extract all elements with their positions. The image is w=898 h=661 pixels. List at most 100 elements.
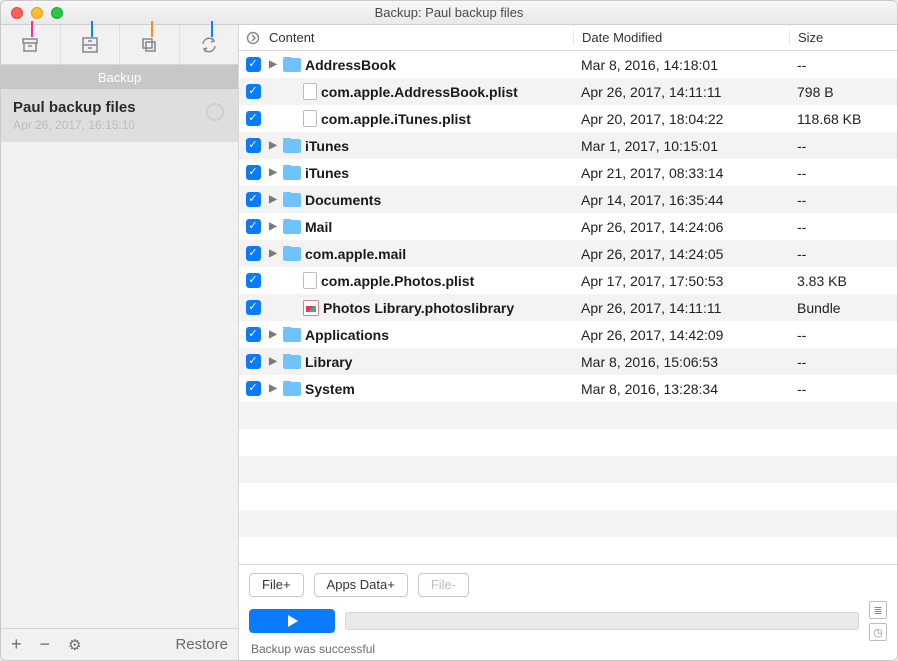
folder-icon (283, 166, 301, 180)
disclosure-triangle-icon[interactable]: ▶ (267, 167, 279, 178)
row-name: Mail (305, 219, 332, 235)
folder-icon (283, 220, 301, 234)
column-headers: Content Date Modified Size (239, 25, 897, 51)
row-name: com.apple.iTunes.plist (321, 111, 471, 127)
row-date: Mar 8, 2016, 13:28:34 (573, 381, 789, 397)
disclosure-triangle-icon[interactable]: ▶ (267, 140, 279, 151)
row-date: Apr 17, 2017, 17:50:53 (573, 273, 789, 289)
row-date: Mar 1, 2017, 10:15:01 (573, 138, 789, 154)
checkbox[interactable]: ✓ (246, 354, 261, 369)
file-add-button[interactable]: File+ (249, 573, 304, 597)
row-size: 118.68 KB (789, 111, 897, 127)
row-date: Apr 14, 2017, 16:35:44 (573, 192, 789, 208)
row-name: iTunes (305, 138, 349, 154)
disclosure-triangle-icon[interactable]: ▶ (267, 221, 279, 232)
main-panel: Content Date Modified Size ✓ ▶ AddressBook… (239, 25, 897, 660)
play-button[interactable] (249, 609, 335, 633)
row-name: com.apple.AddressBook.plist (321, 84, 518, 100)
window-title: Backup: Paul backup files (1, 5, 897, 20)
log-icon[interactable]: ≣ (869, 601, 887, 619)
disclosure-triangle-icon[interactable]: ▶ (267, 383, 279, 394)
row-date: Apr 26, 2017, 14:42:09 (573, 327, 789, 343)
arrow-right-icon (246, 31, 260, 45)
sidebar-item-backup[interactable]: Paul backup files Apr 26, 2017, 16:15:10 (1, 89, 238, 142)
checkbox[interactable]: ✓ (246, 273, 261, 288)
table-row-empty (239, 456, 897, 483)
disclosure-triangle-icon[interactable]: ▶ (267, 329, 279, 340)
row-size: -- (789, 327, 897, 343)
checkbox[interactable]: ✓ (246, 165, 261, 180)
sidebar-heading: Backup (1, 65, 238, 89)
disclosure-triangle-icon[interactable]: ▶ (267, 356, 279, 367)
tool-sync-icon[interactable] (180, 25, 239, 65)
checkbox[interactable]: ✓ (246, 219, 261, 234)
close-icon[interactable] (11, 7, 23, 19)
remove-button[interactable]: − (40, 634, 51, 655)
tool-copy-icon[interactable] (120, 25, 180, 65)
row-date: Mar 8, 2016, 14:18:01 (573, 57, 789, 73)
row-date: Apr 26, 2017, 14:11:11 (573, 84, 789, 100)
folder-icon (283, 247, 301, 261)
row-date: Apr 26, 2017, 14:24:06 (573, 219, 789, 235)
disclosure-triangle-icon[interactable]: ▶ (267, 59, 279, 70)
table-row[interactable]: ✓▶AddressBookMar 8, 2016, 14:18:01-- (239, 51, 897, 78)
file-table: ✓▶AddressBookMar 8, 2016, 14:18:01--✓com… (239, 51, 897, 564)
add-button[interactable]: + (11, 634, 22, 655)
row-date: Apr 21, 2017, 08:33:14 (573, 165, 789, 181)
marker-icon (31, 21, 33, 37)
checkbox[interactable]: ✓ (246, 57, 261, 72)
marker-icon (211, 21, 213, 37)
checkbox[interactable]: ✓ (246, 138, 261, 153)
checkbox[interactable]: ✓ (246, 381, 261, 396)
checkbox[interactable]: ✓ (246, 111, 261, 126)
restore-button[interactable]: Restore (175, 636, 228, 653)
checkbox[interactable]: ✓ (246, 246, 261, 261)
table-row[interactable]: ✓ ▶ Applications Apr 26, 2017, 14:42:09-- (239, 321, 897, 348)
table-row[interactable]: ✓Photos Library.photoslibraryApr 26, 201… (239, 294, 897, 321)
table-row[interactable]: ✓▶DocumentsApr 14, 2017, 16:35:44-- (239, 186, 897, 213)
table-row[interactable]: ✓▶iTunesApr 21, 2017, 08:33:14-- (239, 159, 897, 186)
photos-library-icon (303, 300, 319, 316)
table-row[interactable]: ✓▶com.apple.mailApr 26, 2017, 14:24:05-- (239, 240, 897, 267)
row-name: Applications (305, 327, 389, 343)
minimize-icon[interactable] (31, 7, 43, 19)
column-size[interactable]: Size (789, 30, 897, 45)
file-remove-button[interactable]: File- (418, 573, 469, 597)
row-name: com.apple.mail (305, 246, 406, 262)
progress-bar (345, 612, 859, 630)
folder-icon (283, 58, 301, 72)
checkbox[interactable]: ✓ (246, 327, 261, 342)
table-row-empty (239, 402, 897, 429)
disclosure-triangle-icon[interactable]: ▶ (267, 248, 279, 259)
table-row-empty (239, 483, 897, 510)
table-row-empty (239, 537, 897, 564)
column-date[interactable]: Date Modified (573, 30, 789, 45)
row-date: Apr 20, 2017, 18:04:22 (573, 111, 789, 127)
table-row[interactable]: ✓▶SystemMar 8, 2016, 13:28:34-- (239, 375, 897, 402)
table-row[interactable]: ✓com.apple.Photos.plistApr 17, 2017, 17:… (239, 267, 897, 294)
table-row[interactable]: ✓ com.apple.iTunes.plist Apr 20, 2017, 18:… (239, 105, 897, 132)
progress-row: ≣ ◷ (239, 604, 897, 638)
column-content[interactable]: Content (267, 30, 573, 45)
gear-icon[interactable]: ⚙ (68, 636, 81, 654)
table-row[interactable]: ✓ ▶ Mail Apr 26, 2017, 14:24:06-- (239, 213, 897, 240)
sidebar-item-date: Apr 26, 2017, 16:15:10 (13, 118, 226, 132)
zoom-icon[interactable] (51, 7, 63, 19)
row-name: Library (305, 354, 352, 370)
column-check[interactable] (239, 31, 267, 45)
row-name: AddressBook (305, 57, 396, 73)
checkbox[interactable]: ✓ (246, 84, 261, 99)
file-icon (303, 110, 317, 127)
folder-icon (283, 328, 301, 342)
row-name: Photos Library.photoslibrary (323, 300, 514, 316)
marker-icon (91, 21, 93, 37)
table-row[interactable]: ✓▶LibraryMar 8, 2016, 15:06:53-- (239, 348, 897, 375)
sidebar-footer: + − ⚙ Restore (1, 628, 238, 660)
checkbox[interactable]: ✓ (246, 192, 261, 207)
apps-data-button[interactable]: Apps Data+ (314, 573, 408, 597)
checkbox[interactable]: ✓ (246, 300, 261, 315)
row-size: -- (789, 219, 897, 235)
table-row[interactable]: ✓▶iTunesMar 1, 2017, 10:15:01-- (239, 132, 897, 159)
disclosure-triangle-icon[interactable]: ▶ (267, 194, 279, 205)
table-row[interactable]: ✓ com.apple.AddressBook.plist Apr 26, 2017… (239, 78, 897, 105)
